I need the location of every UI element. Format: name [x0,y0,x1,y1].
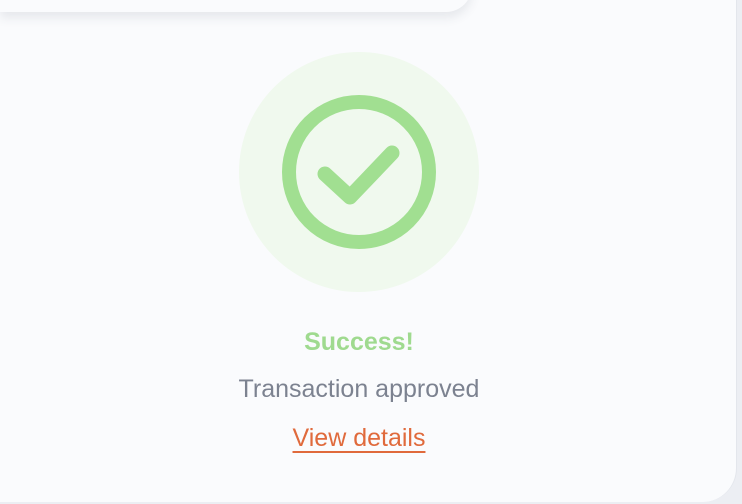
top-panel [0,0,472,12]
status-icon-badge [239,52,479,292]
status-message: Transaction approved [238,375,480,403]
status-title: Success! [304,328,414,356]
check-circle-icon [282,95,436,249]
result-card: Success! Transaction approved View detai… [0,0,737,502]
view-details-link[interactable]: View details [293,424,426,452]
details-link-row: View details [0,420,718,456]
